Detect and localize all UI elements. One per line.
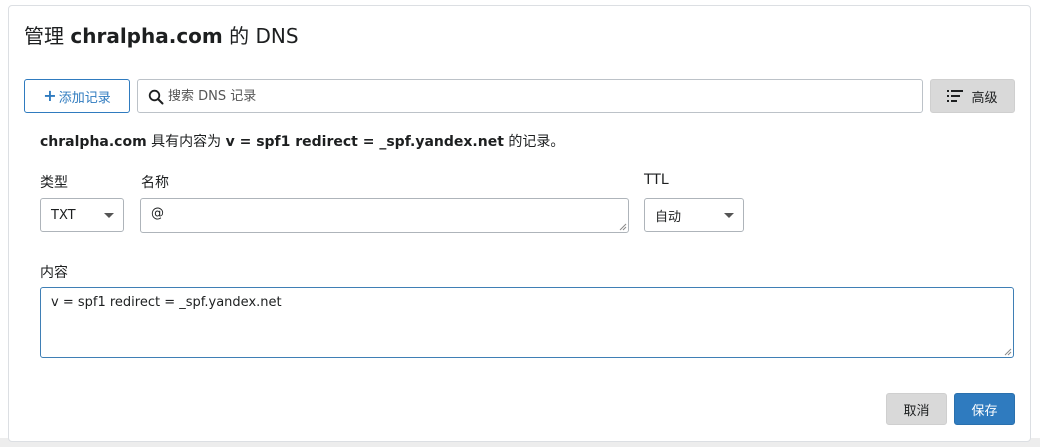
search-icon — [148, 89, 164, 105]
type-select[interactable]: TXT — [40, 198, 124, 232]
summary-text-mid: 具有内容为 — [151, 134, 222, 150]
add-record-button[interactable]: + 添加记录 — [24, 79, 130, 113]
resize-grip-icon[interactable] — [619, 223, 627, 231]
cancel-button[interactable]: 取消 — [886, 393, 947, 425]
plus-icon: + — [43, 86, 57, 105]
page-title: 管理 chralpha.com 的 DNS — [24, 23, 299, 49]
name-label: 名称 — [141, 175, 169, 191]
type-select-value: TXT — [51, 207, 76, 223]
search-input[interactable] — [166, 80, 906, 112]
title-prefix: 管理 — [24, 24, 64, 48]
summary-domain: chralpha.com — [40, 134, 147, 150]
chevron-down-icon — [724, 213, 734, 218]
content-label: 内容 — [40, 265, 68, 281]
name-field-value: @ — [151, 206, 164, 221]
ttl-label: TTL — [644, 172, 669, 188]
chevron-down-icon — [104, 213, 114, 218]
content-field-value: v = spf1 redirect = _spf.yandex.net — [51, 295, 282, 310]
title-suffix: 的 DNS — [229, 24, 299, 48]
record-summary: chralpha.com 具有内容为 v = spf1 redirect = _… — [40, 132, 564, 152]
advanced-button[interactable]: 高级 — [930, 79, 1015, 113]
summary-text-end: 的记录。 — [508, 134, 565, 150]
add-record-label: 添加记录 — [58, 90, 111, 106]
ttl-select-value: 自动 — [655, 209, 682, 225]
title-domain: chralpha.com — [70, 24, 223, 48]
advanced-label: 高级 — [971, 90, 998, 106]
name-field[interactable]: @ — [140, 198, 629, 233]
ttl-select[interactable]: 自动 — [644, 198, 744, 232]
resize-grip-icon[interactable] — [1004, 348, 1012, 356]
summary-content: v = spf1 redirect = _spf.yandex.net — [225, 134, 504, 150]
content-field[interactable]: v = spf1 redirect = _spf.yandex.net — [40, 287, 1014, 358]
save-button[interactable]: 保存 — [954, 393, 1015, 425]
search-box[interactable] — [137, 79, 923, 113]
dns-edit-card: 管理 chralpha.com 的 DNS + 添加记录 高级 chralpha… — [8, 5, 1031, 442]
filter-list-icon — [947, 90, 964, 102]
type-label: 类型 — [40, 175, 68, 191]
